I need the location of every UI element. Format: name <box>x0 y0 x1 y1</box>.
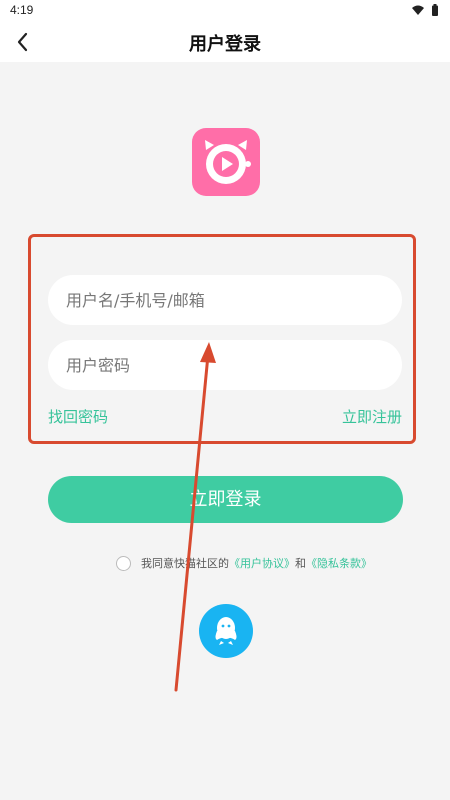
app-logo <box>192 128 260 196</box>
login-button[interactable]: 立即登录 <box>48 476 403 523</box>
battery-icon <box>432 4 438 16</box>
agreement-prefix: 我同意快猫社区的 <box>141 557 229 570</box>
page-title: 用户登录 <box>189 34 261 55</box>
wifi-icon <box>412 5 424 15</box>
status-time: 4:19 <box>10 3 34 17</box>
cat-play-logo-icon <box>205 140 251 184</box>
privacy-policy-link[interactable]: 《隐私条款》 <box>306 555 372 571</box>
username-input[interactable] <box>48 275 402 325</box>
forgot-password-link[interactable]: 找回密码 <box>48 406 108 427</box>
agreement-row: 我同意快猫社区的 《用户协议》 和 《隐私条款》 <box>116 553 372 573</box>
agreement-and: 和 <box>295 557 306 570</box>
agree-checkbox[interactable] <box>116 555 131 571</box>
status-bar: 4:19 <box>0 0 450 22</box>
qq-login-button[interactable] <box>199 604 253 658</box>
app-bar: 用户登录 <box>0 22 450 62</box>
user-agreement-link[interactable]: 《用户协议》 <box>229 555 295 571</box>
qq-icon <box>215 617 237 645</box>
password-input[interactable] <box>48 340 402 390</box>
register-link[interactable]: 立即注册 <box>342 406 402 427</box>
